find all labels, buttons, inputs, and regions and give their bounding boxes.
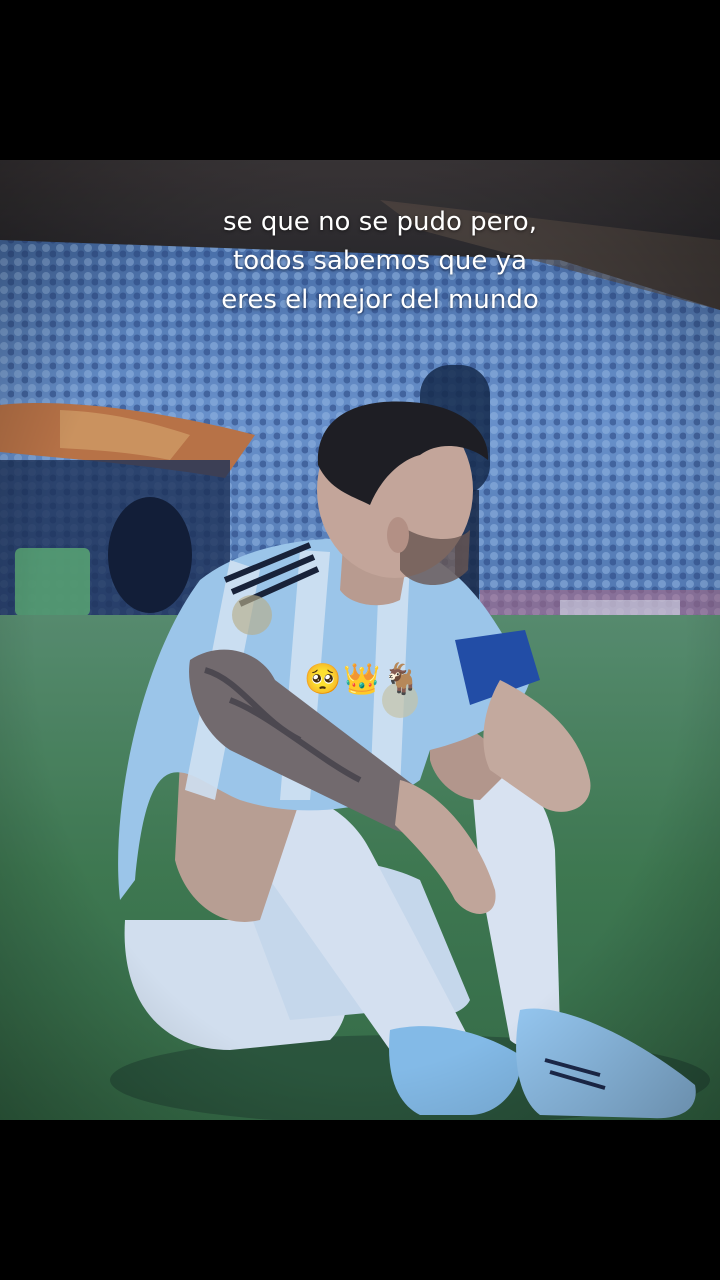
emoji-sticker: 🥺👑🐐 [304,662,423,697]
caption-line-2: todos sabemos que ya [233,246,527,276]
letterbox-bottom [0,1120,720,1280]
caption-line-1: se que no se pudo pero, [223,207,537,237]
video-frame[interactable]: se que no se pudo pero, todos sabemos qu… [0,0,720,1280]
caption-line-3: eres el mejor del mundo [221,285,539,315]
letterbox-top [0,0,720,160]
